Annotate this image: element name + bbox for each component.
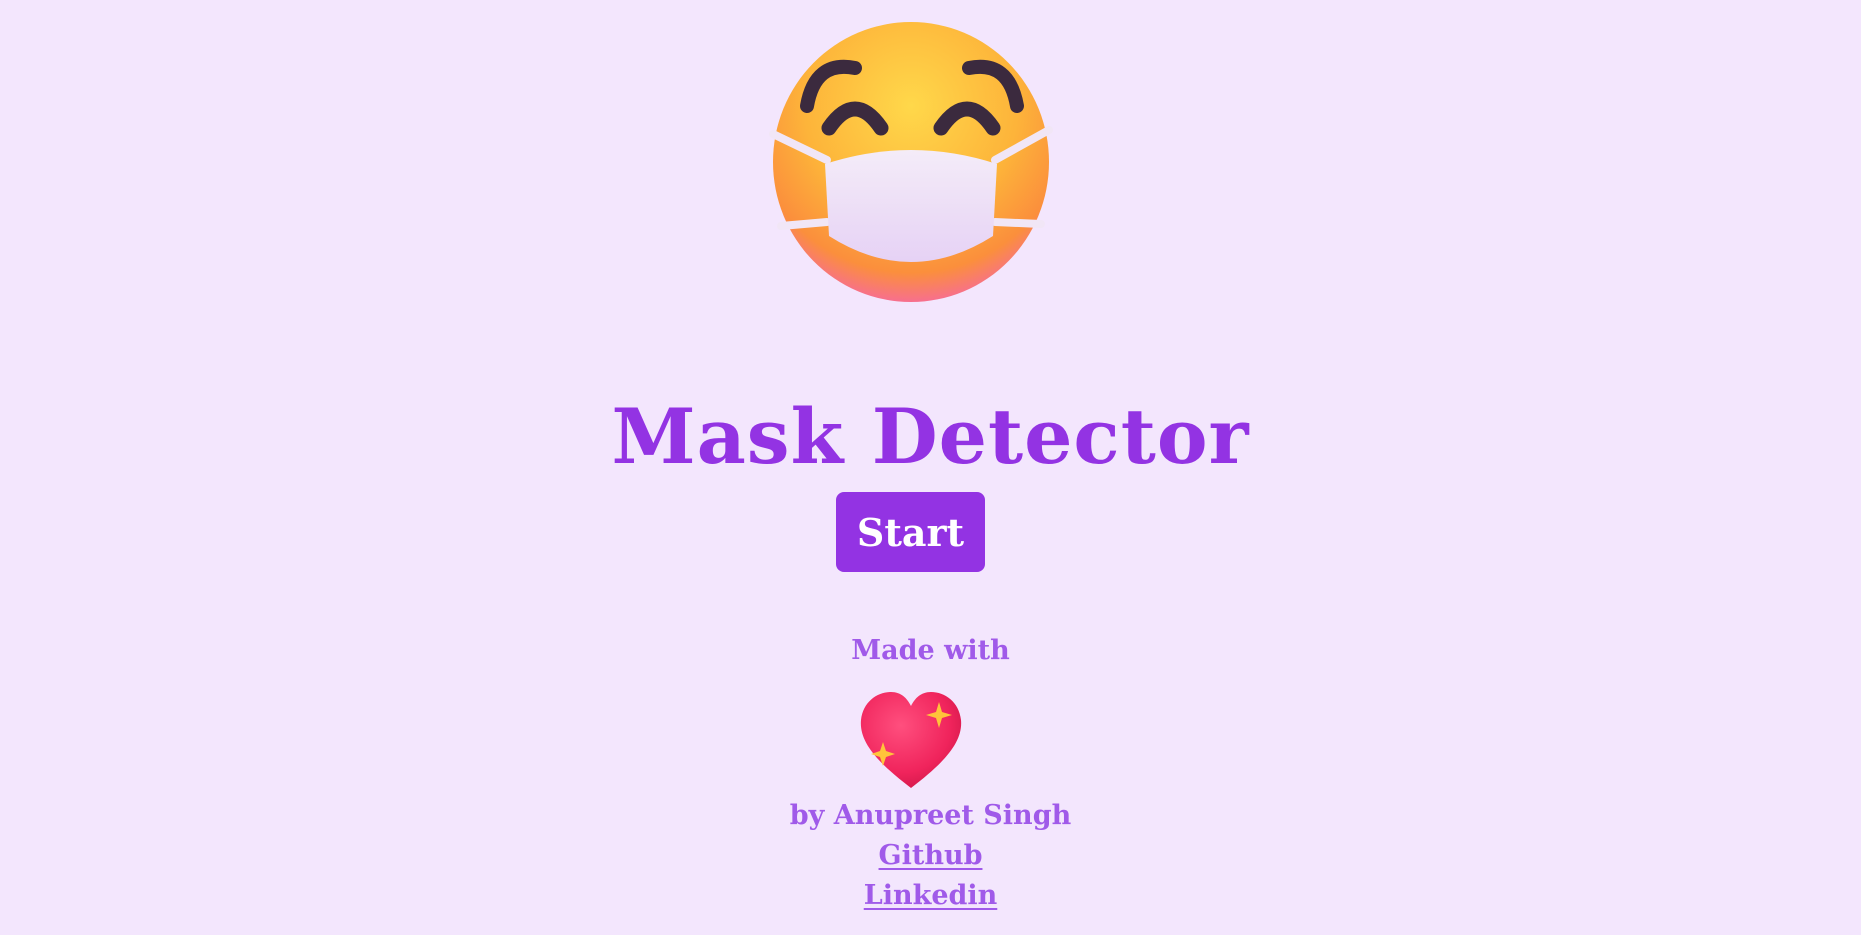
start-button[interactable]: Start <box>836 492 985 572</box>
author-byline: by Anupreet Singh <box>789 800 1072 831</box>
github-link[interactable]: Github <box>879 840 983 871</box>
face-with-medical-mask-icon <box>769 22 1053 302</box>
page-title: Mask Detector <box>611 392 1250 481</box>
sparkling-heart-icon <box>860 692 962 788</box>
linkedin-link[interactable]: Linkedin <box>864 880 998 911</box>
made-with-label: Made with <box>851 635 1010 666</box>
